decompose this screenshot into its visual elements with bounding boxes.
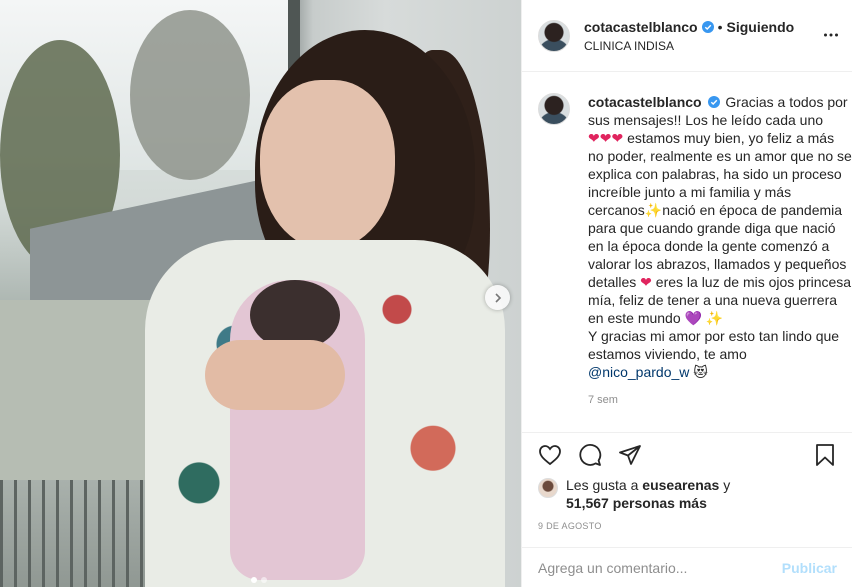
carousel-indicator xyxy=(251,577,267,583)
comment-form: Publicar xyxy=(522,547,852,587)
comments-area[interactable]: cotacastelblanco Gracias a todos por sus… xyxy=(522,73,852,433)
action-bar xyxy=(538,441,837,473)
next-photo-button[interactable] xyxy=(485,285,510,310)
likes-summary: Les gusta a eusearenas y 51,567 personas… xyxy=(538,476,730,512)
mention-link[interactable]: @nico_pardo_w xyxy=(588,364,689,380)
sparkles-emoji: ✨ xyxy=(705,310,724,326)
caption-avatar[interactable] xyxy=(538,93,570,125)
likes-text: Les gusta a eusearenas y 51,567 personas… xyxy=(566,476,730,512)
location-link[interactable]: CLINICA INDISA xyxy=(584,39,794,53)
post-photo[interactable] xyxy=(0,0,521,587)
chevron-right-icon xyxy=(494,292,501,303)
comment-input[interactable] xyxy=(538,559,782,576)
likes-prefix: Les gusta a xyxy=(566,477,639,493)
cat-heart-eyes-emoji: 😻 xyxy=(693,364,708,380)
caption-username[interactable]: cotacastelblanco xyxy=(588,94,702,110)
header-meta: cotacastelblanco • Siguiendo CLINICA IND… xyxy=(584,19,794,53)
liker-username[interactable]: eusearenas xyxy=(642,477,719,493)
user-line: cotacastelblanco • Siguiendo xyxy=(584,19,794,35)
caption-time[interactable]: 7 sem xyxy=(588,391,852,409)
liker-avatar[interactable] xyxy=(538,478,558,498)
following-button[interactable]: Siguiendo xyxy=(727,19,795,35)
mother-with-baby xyxy=(135,10,515,587)
heart-emoji: ❤ xyxy=(640,274,652,290)
share-icon[interactable] xyxy=(618,443,642,467)
caption-text: cotacastelblanco Gracias a todos por sus… xyxy=(588,93,852,409)
carousel-dot-active xyxy=(251,577,257,583)
verified-badge-icon xyxy=(701,20,714,33)
post-side-panel: cotacastelblanco • Siguiendo CLINICA IND… xyxy=(521,0,852,587)
face xyxy=(260,80,395,250)
post-date[interactable]: 9 DE AGOSTO xyxy=(538,521,602,531)
purple-heart-emoji: 💜 xyxy=(684,310,702,326)
caption: cotacastelblanco Gracias a todos por sus… xyxy=(538,93,852,409)
hearts-emoji: ❤❤❤ xyxy=(588,130,624,146)
caption-part: Y gracias mi amor por esto tan lindo que… xyxy=(588,328,840,362)
username-link[interactable]: cotacastelblanco xyxy=(584,19,698,35)
comment-icon[interactable] xyxy=(578,443,602,467)
heart-icon[interactable] xyxy=(538,443,562,467)
separator-dot: • xyxy=(717,18,723,35)
hand xyxy=(205,340,345,410)
sparkles-emoji: ✨ xyxy=(644,202,663,218)
avatar[interactable] xyxy=(538,19,570,52)
publish-button[interactable]: Publicar xyxy=(782,560,837,576)
bookmark-icon[interactable] xyxy=(813,443,837,467)
likes-count[interactable]: 51,567 personas más xyxy=(566,495,707,511)
likes-conjunction: y xyxy=(723,477,731,493)
instagram-post: cotacastelblanco • Siguiendo CLINICA IND… xyxy=(0,0,852,587)
carousel-dot xyxy=(261,577,267,583)
verified-badge-icon xyxy=(707,96,720,108)
post-header: cotacastelblanco • Siguiendo CLINICA IND… xyxy=(522,0,852,72)
more-options-icon[interactable] xyxy=(823,27,839,43)
